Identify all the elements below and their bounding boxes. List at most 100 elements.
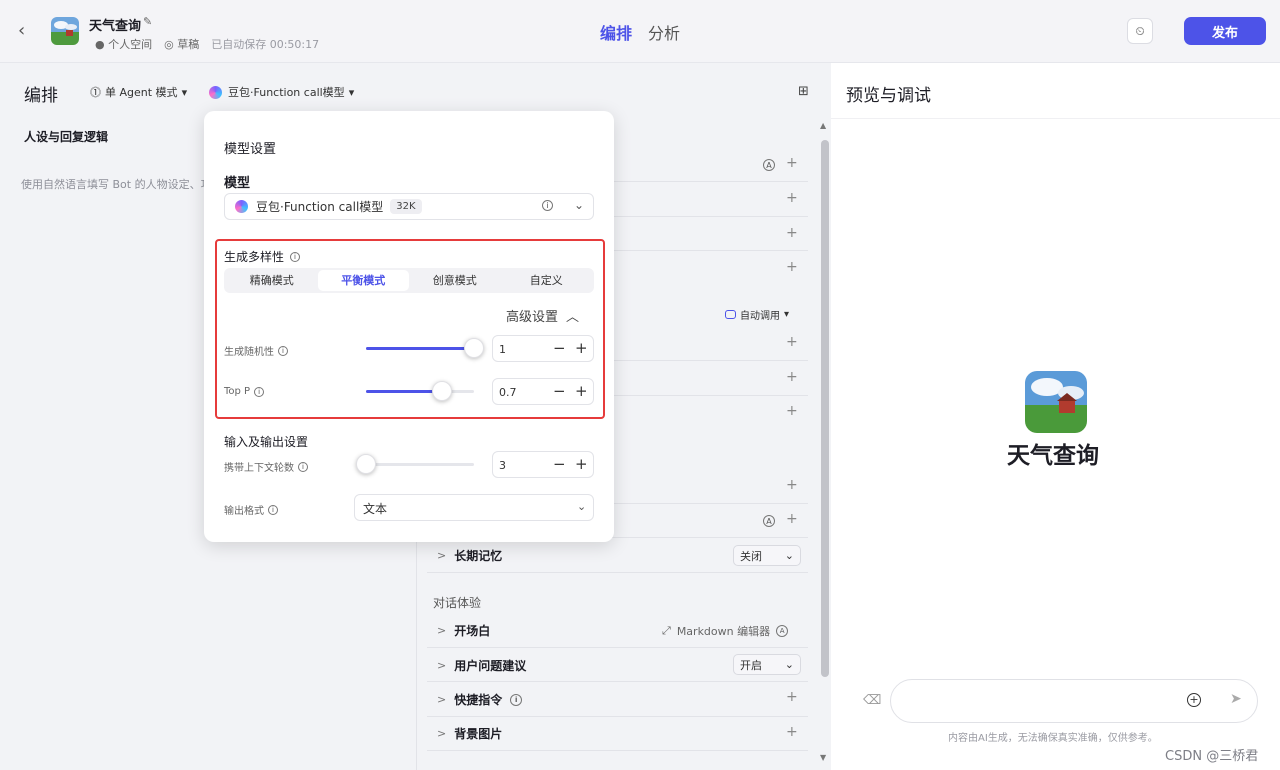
ai-disclaimer: 内容由AI生成，无法确保真实准确，仅供参考。 — [948, 733, 1158, 744]
layout-grid-icon[interactable]: ⊞ — [798, 84, 809, 99]
list-item-shortcuts[interactable]: > 快捷指令 i — [437, 691, 523, 708]
bot-avatar[interactable] — [51, 17, 79, 45]
model-dropdown[interactable]: 豆包·Function call模型 32K i ⌄ — [224, 193, 594, 220]
mode-creative[interactable]: 创意模式 — [409, 270, 501, 291]
slider-handle[interactable] — [464, 338, 484, 358]
status-label: ◎ 草稿 — [164, 38, 200, 51]
add-icon[interactable]: + — [786, 155, 798, 171]
preview-title: 预览与调试 — [846, 86, 931, 106]
divider — [427, 716, 808, 717]
minus-icon[interactable]: − — [553, 455, 566, 473]
list-item-long-memory[interactable]: > 长期记忆 — [437, 547, 502, 564]
divider — [831, 118, 1280, 119]
plus-icon[interactable]: + — [575, 339, 588, 357]
caret-down-icon: ▾ — [348, 85, 355, 99]
scroll-up-icon[interactable]: ▲ — [820, 121, 826, 130]
chevron-right-icon: > — [437, 549, 447, 562]
info-icon[interactable]: i — [254, 386, 265, 397]
scrollbar-thumb[interactable] — [821, 140, 829, 677]
divider — [427, 750, 808, 751]
add-icon[interactable]: + — [786, 403, 798, 419]
add-icon[interactable]: + — [786, 334, 798, 350]
caret-down-icon: ▾ — [181, 85, 188, 99]
info-icon[interactable]: i — [268, 504, 278, 515]
plus-icon[interactable]: + — [575, 382, 588, 400]
add-icon[interactable]: + — [786, 511, 798, 527]
info-icon[interactable]: i — [278, 345, 288, 356]
agent-icon: ⓵ — [90, 86, 101, 99]
plus-icon[interactable]: + — [575, 455, 588, 473]
markdown-editor-link[interactable]: ⤢ Markdown 编辑器 A — [662, 623, 789, 639]
edit-icon[interactable]: ✎ — [143, 15, 152, 28]
chevron-right-icon: > — [437, 727, 447, 740]
topp-stepper[interactable]: 0.7 − + — [492, 378, 594, 405]
model-label: 模型 — [224, 176, 251, 191]
slider-handle[interactable] — [356, 454, 376, 474]
autosave-label: 已自动保存 00:50:17 — [211, 38, 320, 51]
mode-custom[interactable]: 自定义 — [501, 270, 593, 291]
arrange-title: 编排 — [24, 86, 58, 106]
add-icon[interactable]: + — [786, 369, 798, 385]
topp-slider[interactable] — [366, 390, 474, 393]
bot-meta: ● 个人空间 ◎ 草稿 已自动保存 00:50:17 — [95, 36, 319, 52]
info-icon[interactable]: i — [290, 251, 301, 262]
add-icon[interactable]: + — [786, 724, 798, 740]
add-icon[interactable]: + — [786, 259, 798, 275]
list-item-background[interactable]: > 背景图片 — [437, 725, 502, 742]
context-rounds-slider[interactable] — [366, 463, 474, 466]
model-select[interactable]: 豆包·Function call模型 ▾ — [209, 84, 354, 100]
add-icon[interactable]: + — [786, 689, 798, 705]
bot-avatar-large — [1025, 371, 1087, 433]
slider-fill — [366, 390, 442, 393]
temperature-stepper[interactable]: 1 − + — [492, 335, 594, 362]
bot-title: 天气查询 — [89, 19, 142, 34]
agent-mode-select[interactable]: ⓵ 单 Agent 模式 ▾ — [90, 84, 187, 100]
top-bar: ‹ 天气查询 ✎ ● 个人空间 ◎ 草稿 已自动保存 00:50:17 编排 分… — [0, 0, 1280, 63]
long-memory-select[interactable]: 关闭 ⌄ — [733, 545, 801, 566]
chevron-up-icon: ︿ — [566, 310, 580, 325]
divider — [427, 681, 808, 682]
output-format-label: 输出格式 i — [224, 502, 278, 517]
context-badge: 32K — [390, 199, 422, 214]
add-attachment-icon[interactable]: + — [1187, 693, 1201, 707]
add-icon[interactable]: + — [786, 477, 798, 493]
send-icon[interactable]: ➤ — [1230, 691, 1242, 707]
chevron-right-icon: > — [437, 659, 447, 672]
top-tabs: 编排 分析 — [600, 20, 680, 44]
info-icon[interactable]: i — [542, 200, 553, 211]
list-item-opening[interactable]: > 开场白 — [437, 622, 490, 639]
add-icon[interactable]: + — [786, 190, 798, 206]
info-icon[interactable]: i — [298, 461, 308, 472]
chevron-right-icon: > — [437, 693, 447, 706]
io-settings-label: 输入及输出设置 — [224, 435, 309, 449]
chevron-down-icon: ⌄ — [784, 658, 794, 671]
context-rounds-stepper[interactable]: 3 − + — [492, 451, 594, 478]
tab-analysis[interactable]: 分析 — [648, 20, 680, 44]
auto-call-select[interactable]: 自动调用 ▾ — [725, 307, 789, 322]
auto-icon[interactable]: A — [763, 515, 775, 527]
list-item-suggestions[interactable]: > 用户问题建议 — [437, 657, 526, 674]
add-icon[interactable]: + — [786, 225, 798, 241]
suggestions-select[interactable]: 开启 ⌄ — [733, 654, 801, 675]
slider-handle[interactable] — [432, 381, 452, 401]
minus-icon[interactable]: − — [553, 382, 566, 400]
info-icon[interactable]: i — [510, 693, 523, 706]
slider-fill — [366, 347, 474, 350]
temperature-slider[interactable] — [366, 347, 474, 350]
mode-precise[interactable]: 精确模式 — [226, 270, 318, 291]
output-format-select[interactable]: 文本 ⌄ — [354, 494, 594, 521]
bot-name-large: 天气查询 — [1007, 443, 1099, 469]
auto-icon[interactable]: A — [763, 159, 775, 171]
back-icon[interactable]: ‹ — [18, 20, 38, 42]
tab-arrange[interactable]: 编排 — [600, 20, 632, 44]
chat-input[interactable] — [890, 679, 1258, 723]
clear-history-icon[interactable]: ⌫ — [863, 693, 881, 708]
history-icon[interactable]: ⏲ — [1127, 18, 1153, 44]
scroll-down-icon[interactable]: ▼ — [820, 753, 826, 762]
minus-icon[interactable]: − — [553, 339, 566, 357]
publish-button[interactable]: 发布 — [1184, 17, 1266, 45]
divider — [427, 572, 808, 573]
advanced-settings-toggle[interactable]: 高级设置 ︿ — [506, 306, 579, 325]
mode-balanced[interactable]: 平衡模式 — [317, 270, 409, 291]
persona-placeholder[interactable]: 使用自然语言填写 Bot 的人物设定、功能 — [21, 176, 223, 192]
